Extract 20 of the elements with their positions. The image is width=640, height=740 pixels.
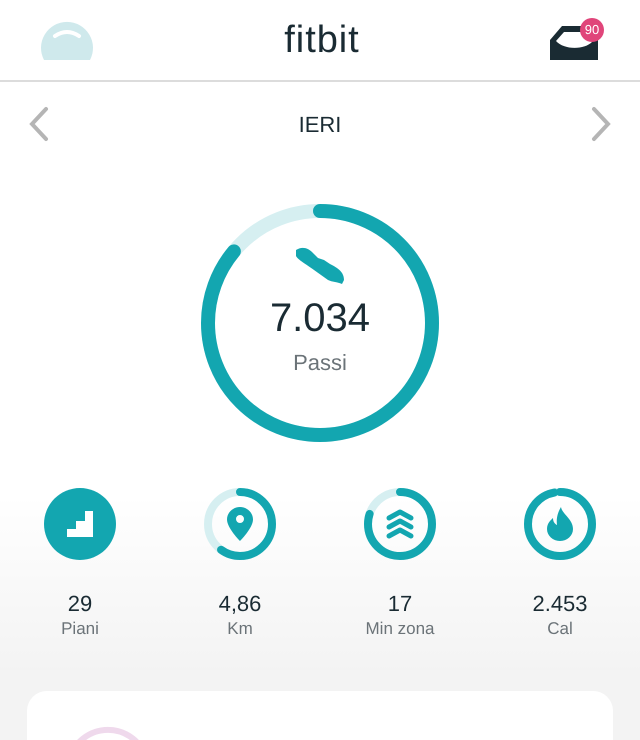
- stat-value: 2.453: [532, 590, 588, 618]
- steps-label: Passi: [293, 349, 347, 377]
- steps-value: 7.034: [270, 298, 370, 338]
- stat-label: Cal: [547, 618, 573, 639]
- stat-value: 4,86: [218, 590, 262, 618]
- flame-icon: [547, 507, 573, 541]
- date-label: IERI: [298, 110, 342, 138]
- stat-label: Km: [227, 618, 253, 639]
- stat-label: Piani: [61, 618, 99, 639]
- next-icon[interactable]: [590, 106, 612, 142]
- stat-value: 17: [388, 590, 412, 618]
- notification-badge: 90: [580, 18, 604, 42]
- stat-value: 29: [68, 590, 92, 618]
- stat-label: Min zona: [366, 618, 434, 639]
- location-pin-icon: [227, 507, 253, 541]
- chevrons-up-icon: [385, 508, 415, 540]
- logo: fitbit: [284, 18, 360, 62]
- stairs-icon: [65, 509, 95, 539]
- previous-icon[interactable]: [28, 106, 50, 142]
- inbox-icon[interactable]: [550, 26, 598, 60]
